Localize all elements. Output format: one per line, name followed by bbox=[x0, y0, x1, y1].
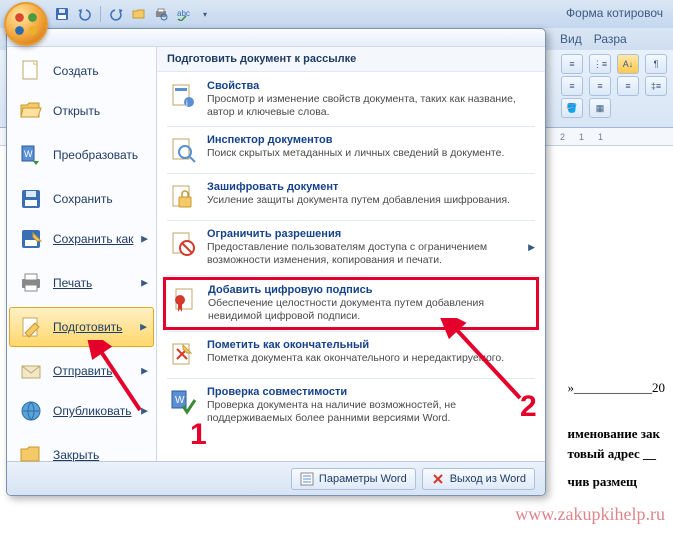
menu-item-prepare[interactable]: Подготовить ▶ bbox=[9, 307, 154, 347]
window-title: Форма котировоч bbox=[566, 6, 663, 20]
spellcheck-icon[interactable]: abc bbox=[175, 6, 191, 22]
convert-icon: W bbox=[17, 141, 45, 169]
svg-text:W: W bbox=[175, 395, 185, 406]
publish-icon bbox=[17, 397, 45, 425]
watermark: www.zakupkihelp.ru bbox=[515, 504, 665, 525]
svg-text:i: i bbox=[186, 99, 188, 108]
printer-icon bbox=[17, 269, 45, 297]
sub-item-digital-signature[interactable]: Добавить цифровую подписьОбеспечение цел… bbox=[163, 277, 539, 330]
borders-button[interactable]: ▦ bbox=[589, 98, 611, 118]
bullets-button[interactable]: ≡ bbox=[561, 54, 583, 74]
office-menu-left: Создать Открыть W Преобразовать Сохранит… bbox=[7, 47, 157, 461]
submenu-arrow-icon: ▶ bbox=[141, 278, 148, 289]
submenu-header: Подготовить документ к рассылке bbox=[157, 47, 545, 72]
sub-item-encrypt[interactable]: Зашифровать документУсиление защиты доку… bbox=[163, 175, 539, 219]
qat-more-icon[interactable]: ▾ bbox=[197, 6, 213, 22]
menu-label: Подготовить bbox=[53, 320, 122, 334]
menu-label: Закрыть bbox=[53, 448, 99, 462]
menu-label: Создать bbox=[53, 64, 99, 78]
final-stamp-icon bbox=[167, 339, 199, 371]
open-icon[interactable] bbox=[131, 6, 147, 22]
menu-item-new[interactable]: Создать bbox=[9, 51, 154, 91]
office-menu-right: Подготовить документ к рассылке i Свойст… bbox=[157, 47, 545, 461]
menu-label: Сохранить как bbox=[53, 232, 133, 246]
svg-text:abc: abc bbox=[177, 9, 190, 18]
tab-view[interactable]: Вид bbox=[560, 32, 582, 46]
submenu-arrow-icon: ▶ bbox=[141, 406, 148, 417]
sub-item-markfinal[interactable]: Пометить как окончательныйПометка докуме… bbox=[163, 333, 539, 377]
qat-separator bbox=[100, 6, 101, 22]
tab-developer[interactable]: Разра bbox=[594, 32, 627, 46]
options-icon bbox=[300, 472, 314, 486]
menu-label: Открыть bbox=[53, 104, 100, 118]
office-menu: Создать Открыть W Преобразовать Сохранит… bbox=[6, 28, 546, 496]
sub-item-restrict[interactable]: Ограничить разрешенияПредоставление поль… bbox=[163, 222, 539, 273]
word-options-button[interactable]: Параметры Word bbox=[291, 468, 416, 490]
sort-button[interactable]: A↓ bbox=[617, 54, 639, 74]
document-body: »____________20 именование зак товый адр… bbox=[568, 380, 666, 494]
menu-label: Сохранить bbox=[53, 192, 113, 206]
compat-check-icon: W bbox=[167, 386, 199, 418]
numbering-button[interactable]: ⋮≡ bbox=[589, 54, 611, 74]
sub-item-compat[interactable]: W Проверка совместимостиПроверка докумен… bbox=[163, 380, 539, 431]
saveas-icon bbox=[17, 225, 45, 253]
new-file-icon bbox=[17, 57, 45, 85]
signature-ribbon-icon bbox=[168, 284, 200, 316]
svg-text:W: W bbox=[24, 149, 33, 159]
submenu-arrow-icon: ▶ bbox=[140, 322, 147, 333]
print-preview-icon[interactable] bbox=[153, 6, 169, 22]
submenu-arrow-icon: ▶ bbox=[528, 242, 535, 253]
close-folder-icon bbox=[17, 441, 45, 469]
save-icon[interactable] bbox=[54, 6, 70, 22]
office-button[interactable] bbox=[4, 2, 48, 46]
showmarks-button[interactable]: ¶ bbox=[645, 54, 667, 74]
restrict-icon bbox=[167, 228, 199, 260]
save-disk-icon bbox=[17, 185, 45, 213]
prepare-icon bbox=[17, 313, 45, 341]
send-icon bbox=[17, 357, 45, 385]
menu-label: Отправить bbox=[53, 364, 113, 378]
menu-item-publish[interactable]: Опубликовать ▶ bbox=[9, 391, 154, 431]
menu-item-saveas[interactable]: Сохранить как ▶ bbox=[9, 219, 154, 259]
menu-item-print[interactable]: Печать ▶ bbox=[9, 263, 154, 303]
undo-icon[interactable] bbox=[76, 6, 92, 22]
menu-label: Опубликовать bbox=[53, 404, 131, 418]
indent-dec-button[interactable]: ≡ bbox=[561, 76, 583, 96]
encrypt-lock-icon bbox=[167, 181, 199, 213]
indent-inc-button[interactable]: ≡ bbox=[589, 76, 611, 96]
menu-item-convert[interactable]: W Преобразовать bbox=[9, 135, 154, 175]
menu-item-save[interactable]: Сохранить bbox=[9, 179, 154, 219]
menu-item-send[interactable]: Отправить ▶ bbox=[9, 351, 154, 391]
sub-item-inspect[interactable]: Инспектор документовПоиск скрытых метада… bbox=[163, 128, 539, 172]
align-button[interactable]: ≡ bbox=[617, 76, 639, 96]
sub-item-properties[interactable]: i СвойстваПросмотр и изменение свойств д… bbox=[163, 74, 539, 125]
shading-button[interactable]: 🪣 bbox=[561, 98, 583, 118]
menu-label: Преобразовать bbox=[53, 148, 138, 162]
open-folder-icon bbox=[17, 97, 45, 125]
properties-icon: i bbox=[167, 80, 199, 112]
menu-item-close[interactable]: Закрыть bbox=[9, 435, 154, 475]
inspect-icon bbox=[167, 134, 199, 166]
submenu-arrow-icon: ▶ bbox=[141, 234, 148, 245]
menu-label: Печать bbox=[53, 276, 92, 290]
linespacing-button[interactable]: ‡≡ bbox=[645, 76, 667, 96]
exit-icon bbox=[431, 472, 445, 486]
quick-access-toolbar: abc ▾ bbox=[54, 6, 213, 22]
exit-word-button[interactable]: Выход из Word bbox=[422, 468, 535, 490]
menu-item-open[interactable]: Открыть bbox=[9, 91, 154, 131]
redo-icon[interactable] bbox=[109, 6, 125, 22]
submenu-arrow-icon: ▶ bbox=[141, 366, 148, 377]
